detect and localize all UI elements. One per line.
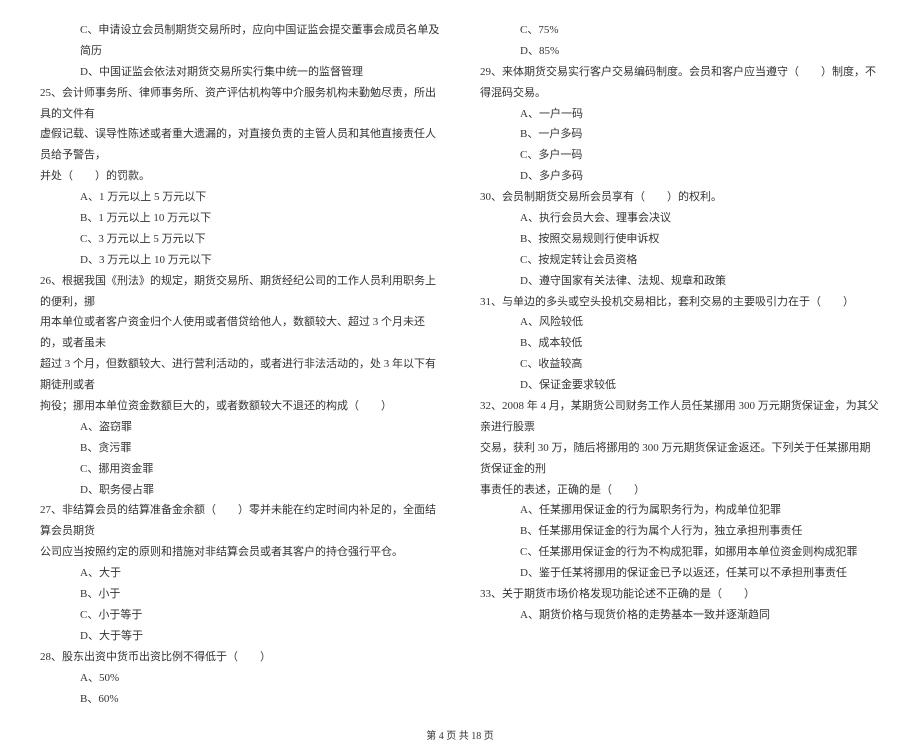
option-28c: C、75%	[480, 20, 880, 41]
option-29a: A、一户一码	[480, 104, 880, 125]
option-30b: B、按照交易规则行使申诉权	[480, 229, 880, 250]
page-content: C、申请设立会员制期货交易所时，应向中国证监会提交董事会成员名单及简历 D、中国…	[0, 0, 920, 719]
question-27-line1: 27、非结算会员的结算准备金余额（ ）零并未能在约定时间内补足的，全面结算会员期…	[40, 500, 440, 542]
question-32-line1: 32、2008 年 4 月，某期货公司财务工作人员任某挪用 300 万元期货保证…	[480, 396, 880, 438]
option-32a: A、任某挪用保证金的行为属职务行为，构成单位犯罪	[480, 500, 880, 521]
question-32-line2: 交易，获利 30 万，随后将挪用的 300 万元期货保证金返还。下列关于任某挪用…	[480, 438, 880, 480]
option-30c: C、按规定转让会员资格	[480, 250, 880, 271]
option-24c: C、申请设立会员制期货交易所时，应向中国证监会提交董事会成员名单及简历	[40, 20, 440, 62]
option-30d: D、遵守国家有关法律、法规、规章和政策	[480, 271, 880, 292]
option-24d: D、中国证监会依法对期货交易所实行集中统一的监督管理	[40, 62, 440, 83]
option-32d: D、鉴于任某将挪用的保证金已予以返还，任某可以不承担刑事责任	[480, 563, 880, 584]
option-29d: D、多户多码	[480, 166, 880, 187]
option-27c: C、小于等于	[40, 605, 440, 626]
option-27a: A、大于	[40, 563, 440, 584]
option-26a: A、盗窃罪	[40, 417, 440, 438]
option-25d: D、3 万元以上 10 万元以下	[40, 250, 440, 271]
option-25a: A、1 万元以上 5 万元以下	[40, 187, 440, 208]
option-31b: B、成本较低	[480, 333, 880, 354]
question-25-line2: 虚假记载、误导性陈述或者重大遗漏的，对直接负责的主管人员和其他直接责任人员给予警…	[40, 124, 440, 166]
option-27b: B、小于	[40, 584, 440, 605]
question-25-line1: 25、会计师事务所、律师事务所、资产评估机构等中介服务机构未勤勉尽责，所出具的文…	[40, 83, 440, 125]
question-29: 29、来体期货交易实行客户交易编码制度。会员和客户应当遵守（ ）制度，不得混码交…	[480, 62, 880, 104]
option-28d: D、85%	[480, 41, 880, 62]
question-26-line1: 26、根据我国《刑法》的规定，期货交易所、期货经纪公司的工作人员利用职务上的便利…	[40, 271, 440, 313]
question-25-line3: 并处（ ）的罚款。	[40, 166, 440, 187]
option-26b: B、贪污罪	[40, 438, 440, 459]
option-31c: C、收益较高	[480, 354, 880, 375]
left-column: C、申请设立会员制期货交易所时，应向中国证监会提交董事会成员名单及简历 D、中国…	[40, 20, 440, 709]
right-column: C、75% D、85% 29、来体期货交易实行客户交易编码制度。会员和客户应当遵…	[480, 20, 880, 709]
option-28b: B、60%	[40, 689, 440, 710]
question-26-line3: 超过 3 个月，但数额较大、进行营利活动的，或者进行非法活动的，处 3 年以下有…	[40, 354, 440, 396]
option-28a: A、50%	[40, 668, 440, 689]
question-26-line2: 用本单位或者客户资金归个人使用或者借贷给他人，数额较大、超过 3 个月未还的，或…	[40, 312, 440, 354]
question-31: 31、与单边的多头或空头投机交易相比，套利交易的主要吸引力在于（ ）	[480, 292, 880, 313]
question-33: 33、关于期货市场价格发现功能论述不正确的是（ ）	[480, 584, 880, 605]
option-26d: D、职务侵占罪	[40, 480, 440, 501]
option-25b: B、1 万元以上 10 万元以下	[40, 208, 440, 229]
question-26-line4: 拘役；挪用本单位资金数额巨大的，或者数额较大不退还的构成（ ）	[40, 396, 440, 417]
option-29c: C、多户一码	[480, 145, 880, 166]
option-29b: B、一户多码	[480, 124, 880, 145]
option-32c: C、任某挪用保证金的行为不构成犯罪，如挪用本单位资金则构成犯罪	[480, 542, 880, 563]
question-32-line3: 事责任的表述，正确的是（ ）	[480, 480, 880, 501]
option-25c: C、3 万元以上 5 万元以下	[40, 229, 440, 250]
option-26c: C、挪用资金罪	[40, 459, 440, 480]
option-30a: A、执行会员大会、理事会决议	[480, 208, 880, 229]
option-31d: D、保证金要求较低	[480, 375, 880, 396]
option-31a: A、风险较低	[480, 312, 880, 333]
question-27-line2: 公司应当按照约定的原则和措施对非结算会员或者其客户的持仓强行平仓。	[40, 542, 440, 563]
question-30: 30、会员制期货交易所会员享有（ ）的权利。	[480, 187, 880, 208]
option-32b: B、任某挪用保证金的行为属个人行为，独立承担刑事责任	[480, 521, 880, 542]
option-27d: D、大于等于	[40, 626, 440, 647]
option-33a: A、期货价格与现货价格的走势基本一致并逐渐趋同	[480, 605, 880, 626]
page-footer: 第 4 页 共 18 页	[0, 719, 920, 746]
